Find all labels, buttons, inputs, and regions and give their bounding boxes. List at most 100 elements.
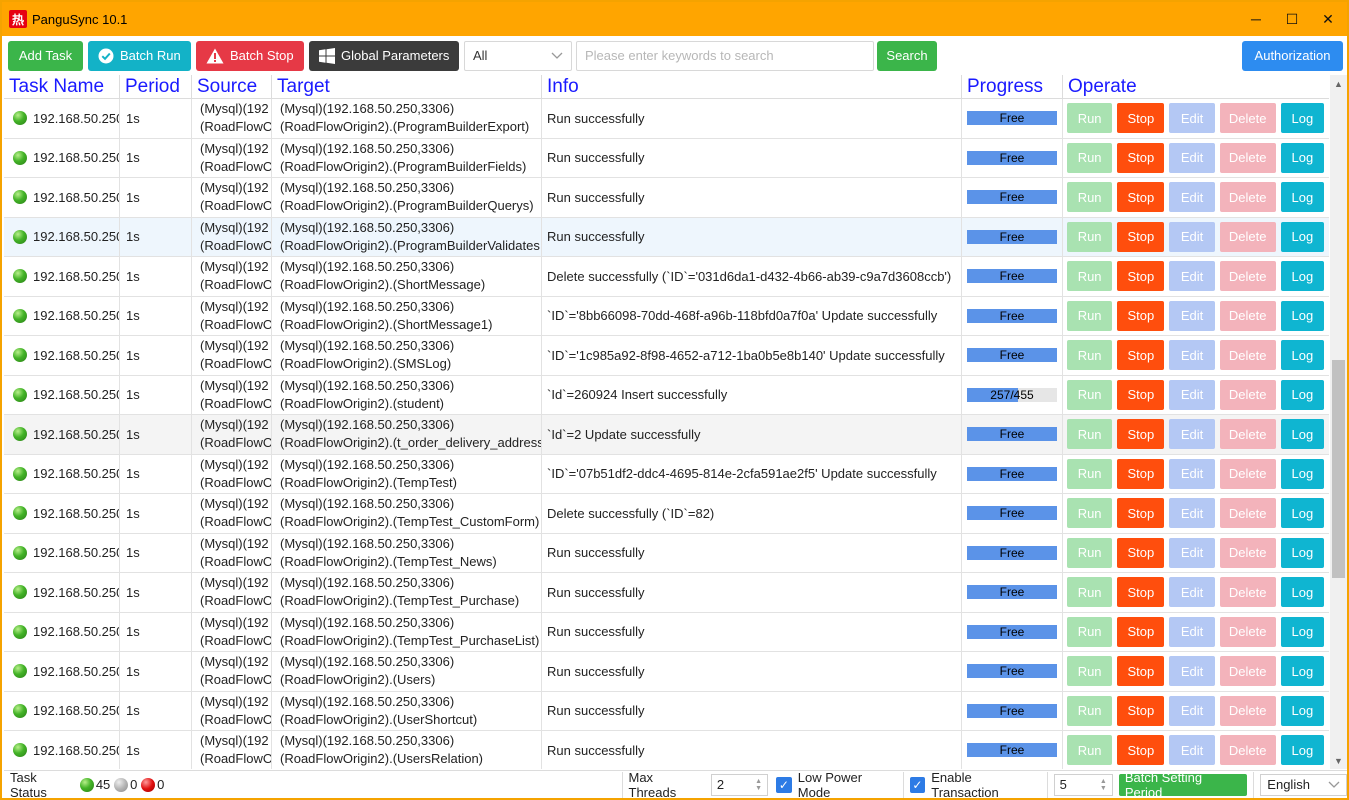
run-button[interactable]: Run <box>1067 379 1113 410</box>
run-button[interactable]: Run <box>1067 735 1113 766</box>
log-button[interactable]: Log <box>1280 182 1324 213</box>
delete-button[interactable]: Delete <box>1219 458 1276 489</box>
stop-button[interactable]: Stop <box>1117 182 1165 213</box>
edit-button[interactable]: Edit <box>1169 142 1215 173</box>
batch-run-button[interactable]: Batch Run <box>88 40 191 71</box>
header-target[interactable]: Target <box>272 75 542 98</box>
run-button[interactable]: Run <box>1067 103 1113 134</box>
log-button[interactable]: Log <box>1280 735 1324 766</box>
edit-button[interactable]: Edit <box>1169 340 1215 371</box>
stop-button[interactable]: Stop <box>1117 656 1165 687</box>
stop-button[interactable]: Stop <box>1117 498 1165 529</box>
run-button[interactable]: Run <box>1067 142 1113 173</box>
delete-button[interactable]: Delete <box>1219 379 1276 410</box>
search-input[interactable] <box>576 40 874 71</box>
edit-button[interactable]: Edit <box>1169 656 1215 687</box>
table-row[interactable]: 192.168.50.250 1s (Mysql)(192 (RoadFlowO (My… <box>4 533 1329 573</box>
table-row[interactable]: 192.168.50.250 1s (Mysql)(192 (RoadFlowO (My… <box>4 257 1329 297</box>
log-button[interactable]: Log <box>1280 261 1324 292</box>
table-row[interactable]: 192.168.50.250 1s (Mysql)(192 (RoadFlowO (My… <box>4 691 1329 731</box>
delete-button[interactable]: Delete <box>1219 616 1276 647</box>
edit-button[interactable]: Edit <box>1169 537 1215 568</box>
delete-button[interactable]: Delete <box>1219 656 1276 687</box>
stop-button[interactable]: Stop <box>1117 537 1165 568</box>
stop-button[interactable]: Stop <box>1117 221 1165 252</box>
run-button[interactable]: Run <box>1067 577 1113 608</box>
table-row[interactable]: 192.168.50.250 1s (Mysql)(192 (RoadFlowO (My… <box>4 731 1329 769</box>
table-row[interactable]: 192.168.50.250 1s (Mysql)(192 (RoadFlowO (My… <box>4 415 1329 455</box>
header-operate[interactable]: Operate <box>1063 75 1329 98</box>
log-button[interactable]: Log <box>1280 300 1324 331</box>
header-task-name[interactable]: Task Name <box>4 75 120 98</box>
log-button[interactable]: Log <box>1280 379 1324 410</box>
header-source[interactable]: Source <box>192 75 272 98</box>
stop-button[interactable]: Stop <box>1117 577 1165 608</box>
run-button[interactable]: Run <box>1067 182 1113 213</box>
authorization-button[interactable]: Authorization <box>1242 40 1343 71</box>
language-select[interactable]: English <box>1260 773 1348 796</box>
run-button[interactable]: Run <box>1067 498 1113 529</box>
edit-button[interactable]: Edit <box>1169 103 1215 134</box>
run-button[interactable]: Run <box>1067 616 1113 647</box>
stop-button[interactable]: Stop <box>1117 103 1165 134</box>
table-row[interactable]: 192.168.50.250 1s (Mysql)(192 (RoadFlowO (My… <box>4 217 1329 257</box>
log-button[interactable]: Log <box>1280 340 1324 371</box>
enable-transaction-checkbox[interactable]: ✓ <box>909 776 926 793</box>
log-button[interactable]: Log <box>1280 537 1324 568</box>
global-parameters-button[interactable]: Global Parameters <box>309 40 459 71</box>
edit-button[interactable]: Edit <box>1169 261 1215 292</box>
delete-button[interactable]: Delete <box>1219 498 1276 529</box>
edit-button[interactable]: Edit <box>1169 379 1215 410</box>
stop-button[interactable]: Stop <box>1117 379 1165 410</box>
stop-button[interactable]: Stop <box>1117 340 1165 371</box>
log-button[interactable]: Log <box>1280 142 1324 173</box>
delete-button[interactable]: Delete <box>1219 221 1276 252</box>
stop-button[interactable]: Stop <box>1117 735 1165 766</box>
delete-button[interactable]: Delete <box>1219 537 1276 568</box>
filter-select[interactable]: All <box>464 40 572 71</box>
delete-button[interactable]: Delete <box>1219 419 1276 450</box>
run-button[interactable]: Run <box>1067 221 1113 252</box>
edit-button[interactable]: Edit <box>1169 300 1215 331</box>
delete-button[interactable]: Delete <box>1219 577 1276 608</box>
search-button[interactable]: Search <box>877 40 937 71</box>
stop-button[interactable]: Stop <box>1117 458 1165 489</box>
run-button[interactable]: Run <box>1067 300 1113 331</box>
batch-stop-button[interactable]: Batch Stop <box>196 40 304 71</box>
edit-button[interactable]: Edit <box>1169 498 1215 529</box>
log-button[interactable]: Log <box>1280 695 1324 726</box>
log-button[interactable]: Log <box>1280 616 1324 647</box>
max-threads-stepper[interactable]: 2 ▲ ▼ <box>710 773 769 796</box>
table-row[interactable]: 192.168.50.250 1s (Mysql)(192 (RoadFlowO (My… <box>4 573 1329 613</box>
log-button[interactable]: Log <box>1280 577 1324 608</box>
log-button[interactable]: Log <box>1280 419 1324 450</box>
log-button[interactable]: Log <box>1280 221 1324 252</box>
log-button[interactable]: Log <box>1280 498 1324 529</box>
delete-button[interactable]: Delete <box>1219 695 1276 726</box>
run-button[interactable]: Run <box>1067 695 1113 726</box>
scroll-down-icon[interactable]: ▼ <box>1330 752 1347 769</box>
run-button[interactable]: Run <box>1067 419 1113 450</box>
edit-button[interactable]: Edit <box>1169 458 1215 489</box>
table-row[interactable]: 192.168.50.250 1s (Mysql)(192 (RoadFlowO (My… <box>4 99 1329 139</box>
stop-button[interactable]: Stop <box>1117 261 1165 292</box>
table-row[interactable]: 192.168.50.250 1s (Mysql)(192 (RoadFlowO (My… <box>4 336 1329 376</box>
header-progress[interactable]: Progress <box>962 75 1063 98</box>
table-row[interactable]: 192.168.50.250 1s (Mysql)(192 (RoadFlowO (My… <box>4 178 1329 218</box>
table-row[interactable]: 192.168.50.250 1s (Mysql)(192 (RoadFlowO (My… <box>4 494 1329 534</box>
delete-button[interactable]: Delete <box>1219 300 1276 331</box>
delete-button[interactable]: Delete <box>1219 142 1276 173</box>
table-row[interactable]: 192.168.50.250 1s (Mysql)(192 (RoadFlowO (My… <box>4 612 1329 652</box>
delete-button[interactable]: Delete <box>1219 103 1276 134</box>
scroll-thumb[interactable] <box>1332 360 1345 578</box>
header-period[interactable]: Period <box>120 75 192 98</box>
delete-button[interactable]: Delete <box>1219 735 1276 766</box>
stop-button[interactable]: Stop <box>1117 419 1165 450</box>
batch-setting-period-button[interactable]: Batch Setting Period <box>1118 770 1248 800</box>
stop-button[interactable]: Stop <box>1117 300 1165 331</box>
vertical-scrollbar[interactable]: ▲ ▼ <box>1330 75 1347 769</box>
stop-button[interactable]: Stop <box>1117 616 1165 647</box>
table-row[interactable]: 192.168.50.250 1s (Mysql)(192 (RoadFlowO (My… <box>4 296 1329 336</box>
table-row[interactable]: 192.168.50.250 1s (Mysql)(192 (RoadFlowO (My… <box>4 375 1329 415</box>
delete-button[interactable]: Delete <box>1219 182 1276 213</box>
